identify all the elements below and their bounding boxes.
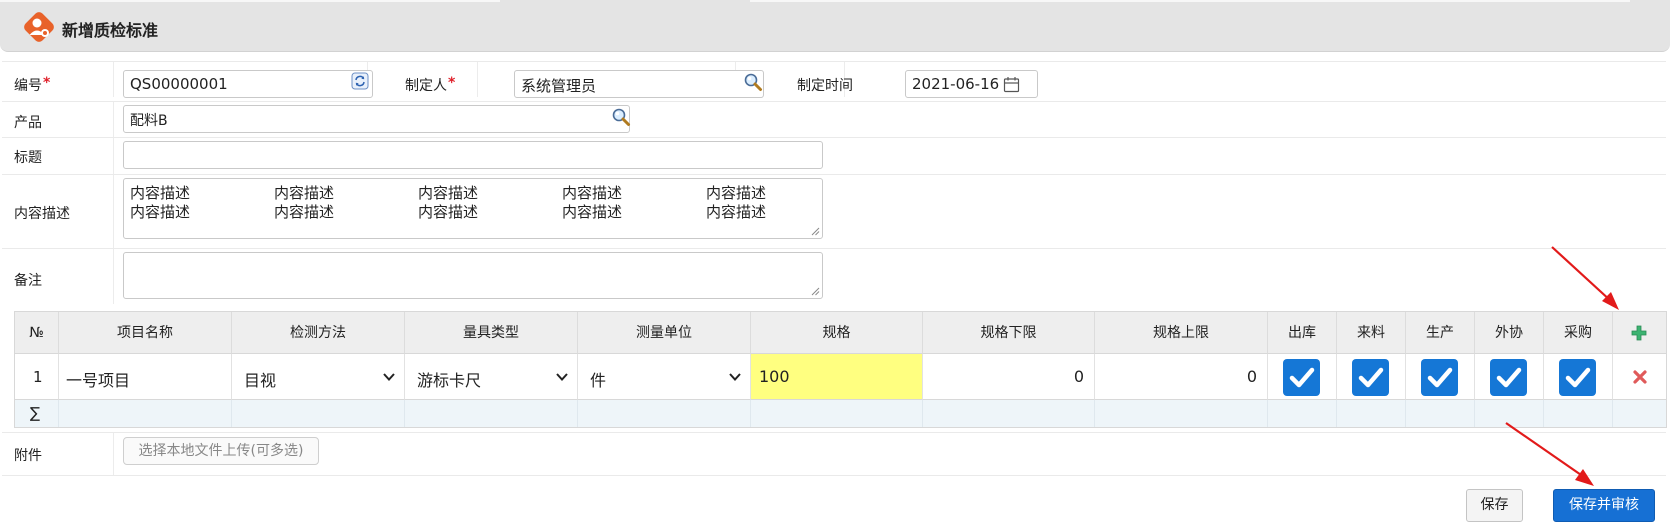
outsourcing-checkbox[interactable] — [1490, 359, 1527, 396]
search-product-icon[interactable] — [611, 107, 631, 127]
outbound-cell — [1268, 354, 1337, 400]
inspection-items-grid: № 项目名称 检测方法 量具类型 测量单位 规格 规格下限 规格上限 出库 来料… — [14, 311, 1667, 428]
date-label: 制定时间 — [797, 78, 853, 94]
column-header-no: № — [15, 312, 59, 354]
app-logo-icon — [24, 12, 54, 42]
product-label: 产品 — [14, 115, 42, 131]
item-name-input[interactable]: 一号项目 — [59, 354, 232, 400]
annotation-arrow-icon — [1551, 246, 1619, 310]
product-input[interactable]: 配料B — [123, 105, 630, 133]
chevron-down-icon — [729, 373, 741, 381]
remark-textarea[interactable] — [123, 252, 823, 299]
upload-file-button[interactable]: 选择本地文件上传(可多选) — [123, 437, 319, 465]
upper-limit-input[interactable]: 0 — [1095, 354, 1268, 400]
purchase-checkbox[interactable] — [1559, 359, 1596, 396]
tool-select[interactable]: 游标卡尺 — [405, 354, 578, 400]
column-header-purchase: 采购 — [1544, 312, 1613, 354]
search-maker-icon[interactable] — [743, 72, 763, 92]
column-header-name: 项目名称 — [59, 312, 232, 354]
annotation-arrow-icon — [1505, 422, 1594, 486]
column-header-method: 检测方法 — [232, 312, 405, 354]
chevron-down-icon — [556, 373, 568, 381]
code-label: 编号* — [14, 75, 51, 94]
lower-limit-input[interactable]: 0 — [923, 354, 1095, 400]
column-header-outsourcing: 外协 — [1475, 312, 1544, 354]
outsourcing-cell — [1475, 354, 1544, 400]
page-header: 新增质检标准 — [0, 0, 1670, 52]
production-checkbox[interactable] — [1421, 359, 1458, 396]
column-header-production: 生产 — [1406, 312, 1475, 354]
maker-input[interactable]: 系统管理员 — [514, 70, 764, 98]
column-header-upper: 规格上限 — [1095, 312, 1268, 354]
save-and-audit-button[interactable]: 保存并审核 — [1553, 489, 1655, 522]
page-title: 新增质检标准 — [62, 21, 159, 40]
incoming-cell — [1337, 354, 1406, 400]
sum-icon: ∑ — [30, 404, 41, 422]
table-row-no: 1 — [15, 354, 59, 400]
code-input[interactable]: QS00000001 — [123, 70, 373, 98]
delete-row-icon[interactable] — [1633, 370, 1647, 384]
column-header-spec: 规格 — [751, 312, 923, 354]
check-icon — [1289, 367, 1315, 388]
column-header-unit: 测量单位 — [578, 312, 751, 354]
spec-input[interactable]: 100 — [751, 354, 923, 400]
check-icon — [1358, 367, 1384, 388]
resize-handle-icon[interactable] — [811, 287, 820, 296]
resize-handle-icon[interactable] — [811, 227, 820, 236]
outbound-checkbox[interactable] — [1283, 359, 1320, 396]
column-header-incoming: 来料 — [1337, 312, 1406, 354]
refresh-code-icon[interactable] — [351, 72, 369, 90]
title-input[interactable] — [123, 141, 823, 169]
column-header-actions — [1613, 312, 1666, 354]
method-select[interactable]: 目视 — [232, 354, 405, 400]
column-header-outbound: 出库 — [1268, 312, 1337, 354]
save-button[interactable]: 保存 — [1466, 489, 1523, 522]
attachment-label: 附件 — [14, 448, 42, 464]
column-header-lower: 规格下限 — [923, 312, 1095, 354]
required-mark: * — [448, 75, 456, 91]
title-label: 标题 — [14, 150, 42, 166]
content-label: 内容描述 — [14, 206, 70, 222]
required-mark: * — [43, 75, 51, 91]
incoming-checkbox[interactable] — [1352, 359, 1389, 396]
production-cell — [1406, 354, 1475, 400]
add-row-icon[interactable] — [1631, 325, 1647, 341]
actions-cell — [1613, 354, 1666, 400]
page: 新增质检标准 编号* QS00000001 制定人* 系统管理员 制定时间 20… — [0, 0, 1670, 528]
column-header-tool: 量具类型 — [405, 312, 578, 354]
chevron-down-icon — [383, 373, 395, 381]
check-icon — [1496, 367, 1522, 388]
check-icon — [1427, 367, 1453, 388]
check-icon — [1565, 367, 1591, 388]
sum-row: ∑ — [15, 400, 59, 427]
calendar-icon[interactable] — [1003, 76, 1020, 93]
maker-label: 制定人* — [405, 75, 456, 94]
content-textarea[interactable]: 内容描述 内容描述 内容描述 内容描述 内容描述 内容描述 内容描述 内容描述 … — [123, 178, 823, 239]
remark-label: 备注 — [14, 273, 42, 289]
unit-select[interactable]: 件 — [578, 354, 751, 400]
purchase-cell — [1544, 354, 1613, 400]
